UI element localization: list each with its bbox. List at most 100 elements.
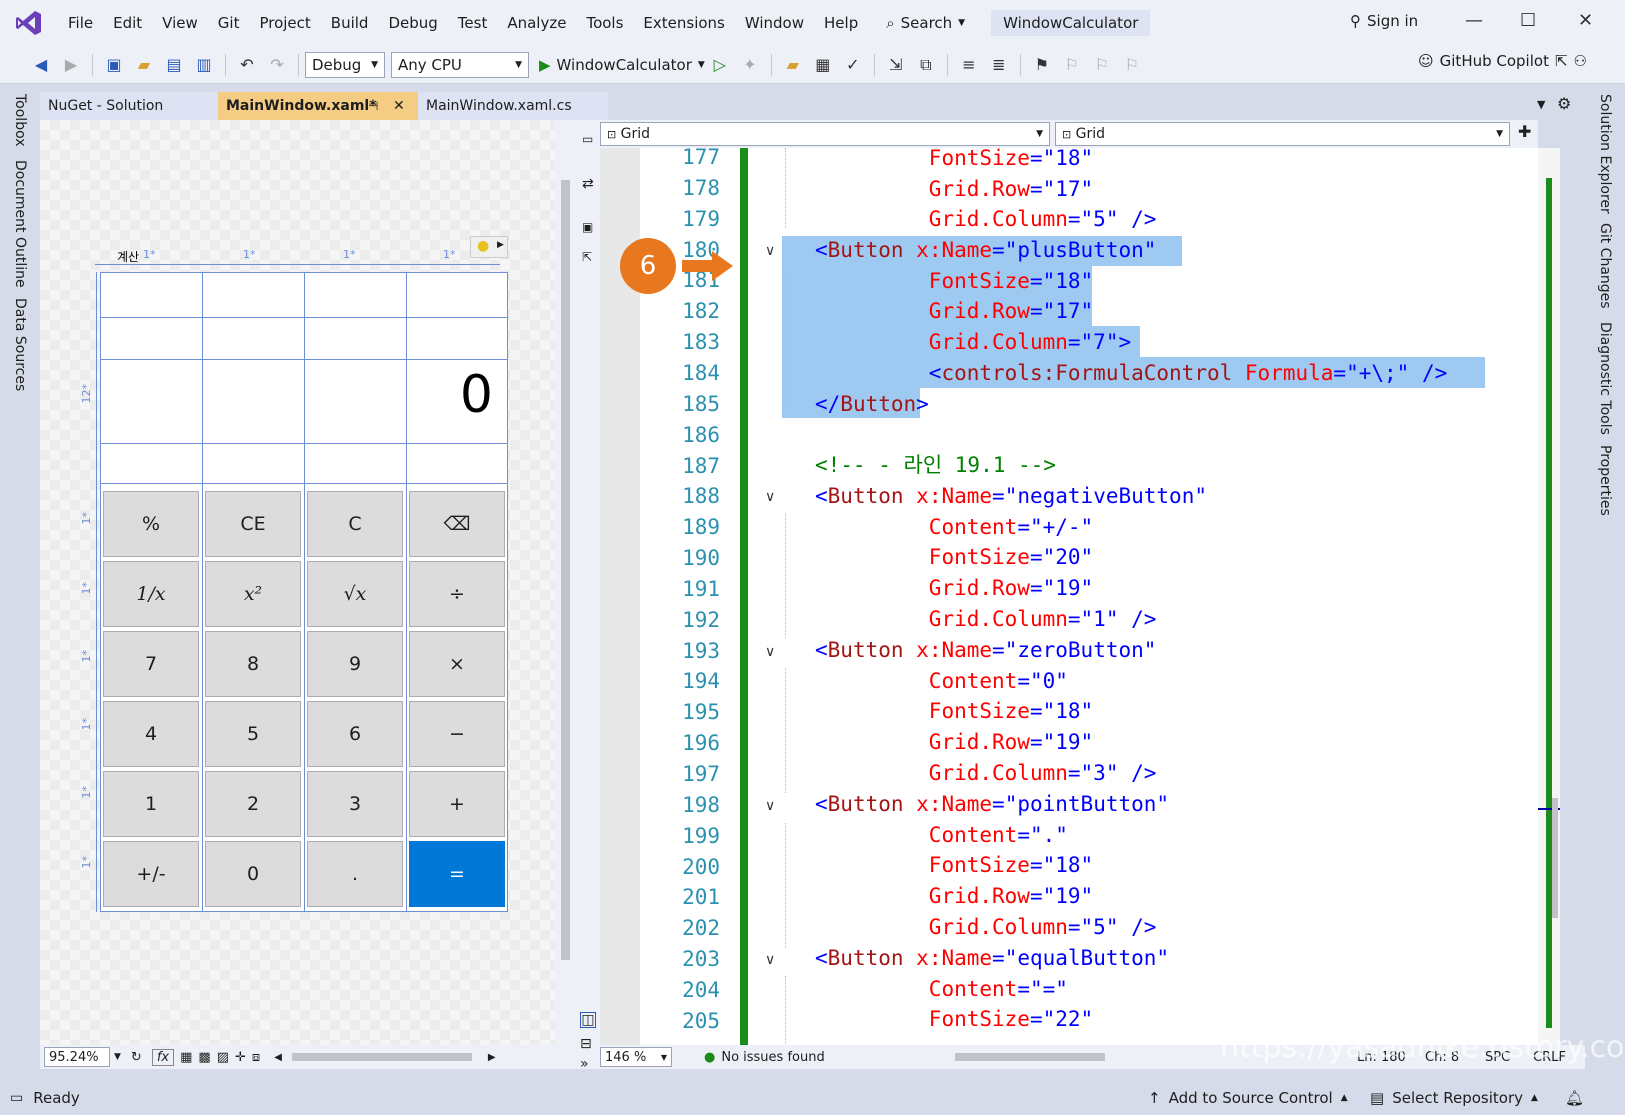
row-size-label[interactable]: 1*	[80, 786, 93, 799]
close-icon[interactable]: ✕	[1578, 10, 1593, 31]
search-box[interactable]: ⌕ Search ▼	[878, 14, 973, 32]
popout-icon[interactable]: ⇱	[582, 250, 592, 264]
multiply-button[interactable]: ×	[409, 631, 505, 697]
tab-overflow-icon[interactable]: ▼	[1537, 98, 1545, 111]
column-size-label[interactable]: 1*	[243, 248, 256, 261]
three-button[interactable]: 3	[307, 771, 403, 837]
fold-chevron-icon[interactable]: ∨	[765, 952, 775, 968]
select-repository-button[interactable]: ▤ Select Repository ▲	[1370, 1089, 1538, 1107]
menu-view[interactable]: View	[152, 0, 208, 46]
pane-splitter[interactable]: ▭ ⇄ ▣ ⇱ ◫ ⊟ »	[577, 120, 600, 1072]
collapse-pane-icon[interactable]: ▣	[582, 220, 593, 234]
designer-horizontal-scrollbar[interactable]	[291, 1053, 472, 1061]
undo-icon[interactable]: ↶	[236, 54, 258, 76]
percent-button[interactable]: %	[103, 491, 199, 557]
scroll-left-icon[interactable]: ◀	[274, 1052, 282, 1063]
menu-file[interactable]: File	[58, 0, 103, 46]
menu-analyze[interactable]: Analyze	[497, 0, 576, 46]
backspace-button[interactable]: ⌫	[409, 491, 505, 557]
solution-explorer-tab[interactable]: Solution Explorer	[1597, 94, 1613, 214]
new-project-icon[interactable]: ▣	[103, 54, 125, 76]
menu-project[interactable]: Project	[249, 0, 320, 46]
maximize-icon[interactable]: ☐	[1520, 10, 1536, 31]
four-button[interactable]: 4	[103, 701, 199, 767]
two-button[interactable]: 2	[205, 771, 301, 837]
row-size-label[interactable]: 1*	[80, 650, 93, 663]
seven-button[interactable]: 7	[103, 631, 199, 697]
outdent-icon[interactable]: ≡	[958, 54, 980, 76]
row-size-label[interactable]: 1*	[80, 856, 93, 869]
clear-button[interactable]: C	[307, 491, 403, 557]
six-button[interactable]: 6	[307, 701, 403, 767]
editor-vertical-scrollbar[interactable]	[1538, 148, 1560, 1045]
fold-chevron-icon[interactable]: ∨	[765, 243, 775, 259]
clear-entry-button[interactable]: CE	[205, 491, 301, 557]
plus-button[interactable]: +	[409, 771, 505, 837]
layout-icon[interactable]: ▦	[812, 54, 834, 76]
formula-icon[interactable]: fx	[151, 1048, 175, 1066]
five-button[interactable]: 5	[205, 701, 301, 767]
menu-extensions[interactable]: Extensions	[633, 0, 734, 46]
row-size-label[interactable]: 1*	[80, 718, 93, 731]
menu-tools[interactable]: Tools	[576, 0, 633, 46]
xaml-code-editor[interactable]: 177 178 179 180 181 182 183 184 185 186 187 188 189 1…	[600, 148, 1538, 1045]
menu-window[interactable]: Window	[735, 0, 814, 46]
fold-chevron-icon[interactable]: ∨	[765, 644, 775, 660]
git-changes-tab[interactable]: Git Changes	[1597, 223, 1613, 309]
document-outline-tab[interactable]: Document Outline	[12, 160, 28, 288]
notification-bell-icon[interactable]: 🔔︎	[1565, 1089, 1584, 1107]
row-size-label[interactable]: 1*	[80, 512, 93, 525]
reciprocal-button[interactable]: 1/x	[103, 561, 199, 627]
calculator-window-preview[interactable]: 0 % CE C ⌫ 1/x x² √x ÷ 7 8 9 × 4 5 6 − 1…	[100, 272, 508, 912]
column-ruler[interactable]: 계산 1* 1* 1* 1*	[95, 248, 500, 266]
horizontal-split-icon[interactable]: ⊟	[580, 1036, 592, 1052]
spell-check-icon[interactable]: ✓	[842, 54, 864, 76]
expand-pane-icon[interactable]: »	[580, 1056, 589, 1072]
editor-zoom-dropdown[interactable]: 146 % ▼	[600, 1047, 672, 1067]
checker-icon[interactable]: ▨	[217, 1050, 229, 1065]
minus-button[interactable]: −	[409, 701, 505, 767]
zero-button[interactable]: 0	[205, 841, 301, 907]
start-debugging-button[interactable]: ▶ WindowCalculator ▼	[539, 56, 705, 74]
snap-grid-icon[interactable]: ▩	[198, 1050, 210, 1065]
prev-bookmark-icon[interactable]: ⚐	[1061, 54, 1083, 76]
swap-panes-icon[interactable]: ⇄	[582, 176, 594, 192]
minimize-icon[interactable]: —	[1465, 10, 1483, 31]
step-icon[interactable]: ⇲	[885, 54, 907, 76]
snap-lines-icon[interactable]: ✛	[235, 1050, 246, 1065]
back-icon[interactable]: ◀	[30, 54, 52, 76]
point-button[interactable]: .	[307, 841, 403, 907]
root-button[interactable]: √x	[307, 561, 403, 627]
row-size-label[interactable]: 12*	[80, 384, 93, 404]
browse-icon[interactable]: ▰	[782, 54, 804, 76]
column-size-label[interactable]: 1*	[343, 248, 356, 261]
issues-label[interactable]: No issues found	[721, 1050, 824, 1065]
forward-icon[interactable]: ▶	[60, 54, 82, 76]
platform-dropdown[interactable]: Any CPU ▼	[391, 51, 529, 78]
pin-icon[interactable]: ⊣	[368, 92, 378, 120]
menu-help[interactable]: Help	[814, 0, 868, 46]
save-icon[interactable]: ▤	[163, 54, 185, 76]
add-to-source-control-button[interactable]: ↑ Add to Source Control ▲	[1148, 1089, 1348, 1107]
visual-studio-logo-icon[interactable]	[14, 8, 44, 38]
row-ruler[interactable]: 12* 1* 1* 1* 1* 1* 1*	[80, 272, 98, 912]
quick-actions-lightbulb[interactable]: ● ▶	[470, 236, 508, 258]
copy-icon[interactable]: ⧉	[915, 54, 937, 76]
github-copilot-button[interactable]: ☺ GitHub Copilot ⇱ ⚇	[1418, 52, 1587, 70]
nine-button[interactable]: 9	[307, 631, 403, 697]
fold-chevron-icon[interactable]: ∨	[765, 489, 775, 505]
column-size-label[interactable]: 1*	[143, 248, 156, 261]
close-icon[interactable]: ✕	[393, 92, 405, 120]
editor-horizontal-scrollbar[interactable]	[954, 1053, 1105, 1061]
toolbox-tab[interactable]: Toolbox	[12, 94, 28, 147]
vertical-split-icon[interactable]: ◫	[580, 1012, 596, 1028]
next-bookmark-icon[interactable]: ⚐	[1091, 54, 1113, 76]
row-size-label[interactable]: 1*	[80, 582, 93, 595]
save-all-icon[interactable]: ▥	[193, 54, 215, 76]
equal-button[interactable]: =	[409, 841, 505, 907]
designer-vertical-scrollbar[interactable]	[555, 120, 577, 1045]
sign-in-button[interactable]: ⚲ Sign in	[1350, 12, 1418, 30]
menu-git[interactable]: Git	[208, 0, 250, 46]
divide-button[interactable]: ÷	[409, 561, 505, 627]
one-button[interactable]: 1	[103, 771, 199, 837]
